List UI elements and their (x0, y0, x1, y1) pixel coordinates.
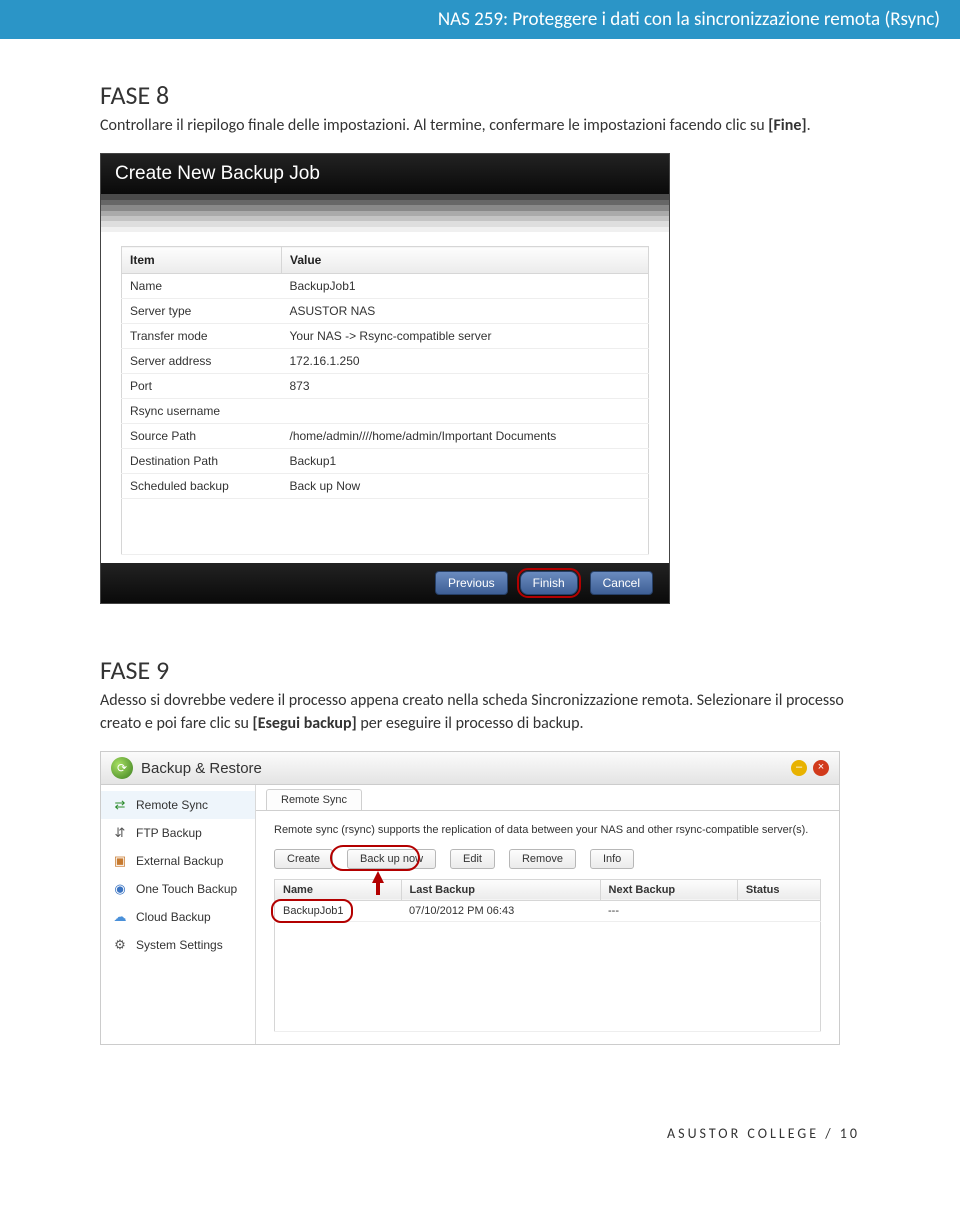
col-value: Value (282, 247, 649, 274)
minimize-icon[interactable]: – (791, 760, 807, 776)
table-row: Scheduled backupBack up Now (122, 474, 649, 499)
cell-value: Backup1 (282, 449, 649, 474)
cell-value: BackupJob1 (282, 274, 649, 299)
backup-restore-window: ⟳ Backup & Restore – × ⇄ Remote Sync ⇵ FTP… (100, 751, 840, 1044)
sidebar-label: One Touch Backup (136, 882, 237, 896)
job-row[interactable]: BackupJob1 07/10/2012 PM 06:43 --- (275, 900, 821, 921)
sidebar-label: System Settings (136, 938, 223, 952)
cell-item: Transfer mode (122, 324, 282, 349)
cell-value (282, 399, 649, 424)
description-text: Remote sync (rsync) supports the replica… (274, 823, 821, 838)
sidebar-item-cloud-backup[interactable]: ☁ Cloud Backup (101, 903, 255, 931)
sidebar-label: Remote Sync (136, 798, 208, 812)
external-backup-icon: ▣ (111, 852, 129, 870)
header-title: NAS 259: Proteggere i dati con la sincro… (438, 8, 940, 31)
col-item: Item (122, 247, 282, 274)
col-last-backup: Last Backup (401, 879, 600, 900)
phase8-title: FASE 8 (100, 79, 860, 111)
col-next-backup: Next Backup (600, 879, 737, 900)
cell-value: ASUSTOR NAS (282, 299, 649, 324)
page-footer: ASUSTOR COLLEGE / 10 (0, 1095, 960, 1172)
page-header: NAS 259: Proteggere i dati con la sincro… (0, 0, 960, 39)
phase9-title: FASE 9 (100, 654, 860, 686)
table-row: Transfer modeYour NAS -> Rsync-compatibl… (122, 324, 649, 349)
app-title: Backup & Restore (141, 760, 785, 777)
table-row: Rsync username (122, 399, 649, 424)
dialog-title: Create New Backup Job (101, 154, 669, 194)
table-row: Destination PathBackup1 (122, 449, 649, 474)
tab-remote-sync[interactable]: Remote Sync (266, 789, 362, 810)
cloud-backup-icon: ☁ (111, 908, 129, 926)
back-up-now-button[interactable]: Back up now (347, 849, 436, 869)
cell-value: /home/admin////home/admin/Important Docu… (282, 424, 649, 449)
sidebar-item-system-settings[interactable]: ⚙ System Settings (101, 931, 255, 959)
phase9-text: Adesso si dovrebbe vedere il processo ap… (100, 690, 860, 735)
summary-table: Item Value NameBackupJob1 Server typeASU… (121, 246, 649, 555)
sidebar-item-remote-sync[interactable]: ⇄ Remote Sync (101, 791, 255, 819)
cell-item: Source Path (122, 424, 282, 449)
table-row: Source Path/home/admin////home/admin/Imp… (122, 424, 649, 449)
phase9-text-c: per eseguire il processo di backup. (357, 714, 584, 733)
system-settings-icon: ⚙ (111, 936, 129, 954)
cell-item: Destination Path (122, 449, 282, 474)
table-row: Port873 (122, 374, 649, 399)
cancel-button[interactable]: Cancel (590, 571, 653, 595)
previous-button[interactable]: Previous (435, 571, 508, 595)
cell-value: Back up Now (282, 474, 649, 499)
edit-button[interactable]: Edit (450, 849, 495, 869)
table-row: Server address172.16.1.250 (122, 349, 649, 374)
sidebar-item-ftp-backup[interactable]: ⇵ FTP Backup (101, 819, 255, 847)
job-next-backup: --- (600, 900, 737, 921)
cell-value: Your NAS -> Rsync-compatible server (282, 324, 649, 349)
phase8-text: Controllare il riepilogo finale delle im… (100, 115, 860, 137)
table-filler (122, 499, 649, 555)
sidebar: ⇄ Remote Sync ⇵ FTP Backup ▣ External Backu… (101, 785, 256, 1043)
arrow-stem-icon (376, 881, 380, 895)
one-touch-backup-icon: ◉ (111, 880, 129, 898)
sidebar-label: Cloud Backup (136, 910, 211, 924)
job-table: Name Last Backup Next Backup Status Back… (274, 879, 821, 1032)
create-backup-job-dialog: Create New Backup Job Item Value NameBac… (100, 153, 670, 604)
dialog-decoration (101, 194, 669, 232)
phase8-text-a: Controllare il riepilogo finale delle im… (100, 116, 768, 135)
close-icon[interactable]: × (813, 760, 829, 776)
cell-item: Port (122, 374, 282, 399)
cell-item: Server address (122, 349, 282, 374)
remove-button[interactable]: Remove (509, 849, 576, 869)
cell-item: Name (122, 274, 282, 299)
cell-value: 873 (282, 374, 649, 399)
cell-item: Rsync username (122, 399, 282, 424)
cell-item: Server type (122, 299, 282, 324)
finish-button[interactable]: Finish (520, 571, 578, 595)
table-row: Server typeASUSTOR NAS (122, 299, 649, 324)
tab-row: Remote Sync (256, 785, 839, 811)
sidebar-label: FTP Backup (136, 826, 202, 840)
create-button[interactable]: Create (274, 849, 333, 869)
cell-item: Scheduled backup (122, 474, 282, 499)
dialog-footer: Previous Finish Cancel (101, 563, 669, 603)
sidebar-label: External Backup (136, 854, 223, 868)
job-status (737, 900, 820, 921)
button-row: Create Back up now Edit Remove Info (274, 849, 821, 869)
sidebar-item-one-touch-backup[interactable]: ◉ One Touch Backup (101, 875, 255, 903)
phase9-text-b: [Esegui backup] (253, 714, 357, 733)
job-name: BackupJob1 (275, 900, 402, 921)
cell-value: 172.16.1.250 (282, 349, 649, 374)
phase8-text-c: . (807, 116, 811, 135)
table-row: NameBackupJob1 (122, 274, 649, 299)
main-area: Remote Sync Remote sync (rsync) supports… (256, 785, 839, 1043)
info-button[interactable]: Info (590, 849, 634, 869)
remote-sync-icon: ⇄ (111, 796, 129, 814)
app-icon: ⟳ (111, 757, 133, 779)
sidebar-item-external-backup[interactable]: ▣ External Backup (101, 847, 255, 875)
col-status: Status (737, 879, 820, 900)
app-titlebar: ⟳ Backup & Restore – × (101, 752, 839, 785)
ftp-backup-icon: ⇵ (111, 824, 129, 842)
job-last-backup: 07/10/2012 PM 06:43 (401, 900, 600, 921)
job-table-filler (275, 921, 821, 1031)
phase8-text-b: [Fine] (768, 116, 806, 135)
